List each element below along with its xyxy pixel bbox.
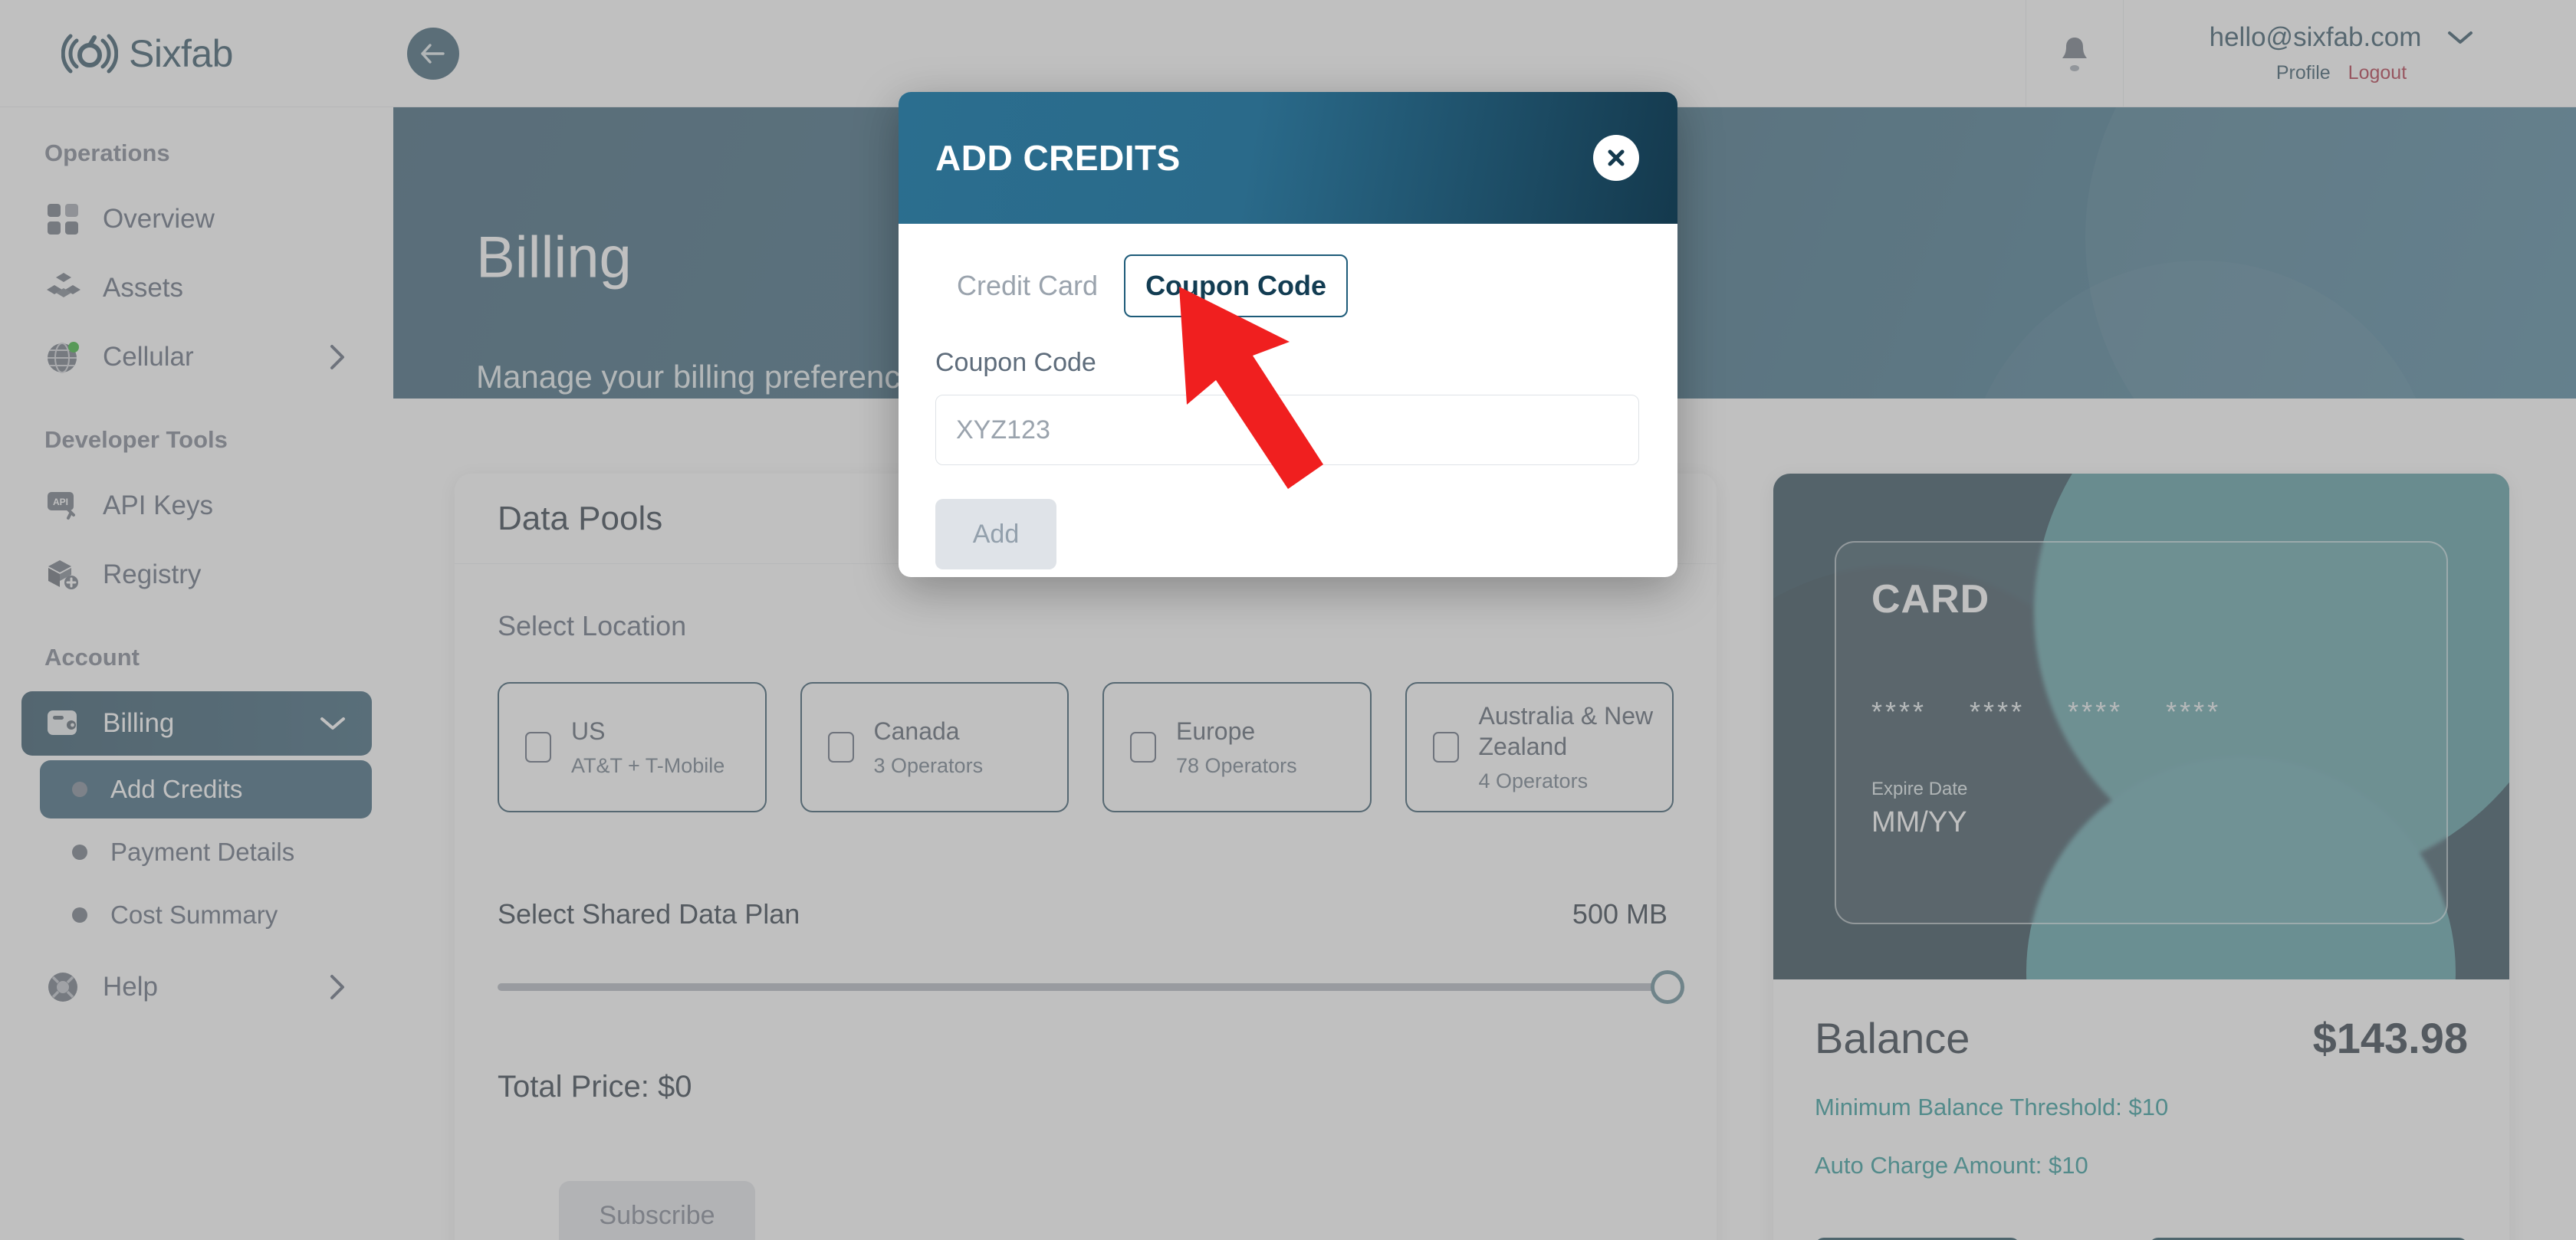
tab-coupon-code[interactable]: Coupon Code (1124, 254, 1349, 317)
add-credits-modal: ADD CREDITS Credit Card Coupon Code Coup… (899, 92, 1677, 577)
modal-body: Credit Card Coupon Code Coupon Code XYZ1… (899, 224, 1677, 569)
close-x-icon (1608, 149, 1625, 166)
coupon-code-input[interactable]: XYZ123 (935, 395, 1639, 465)
billing-page: Sixfab hello@sixfab.com (0, 0, 2576, 1240)
modal-tabs: Credit Card Coupon Code (935, 254, 1641, 317)
add-coupon-button[interactable]: Add (935, 499, 1056, 569)
modal-title: ADD CREDITS (935, 138, 1181, 178)
tab-credit-card[interactable]: Credit Card (935, 254, 1119, 317)
close-button[interactable] (1593, 135, 1639, 181)
coupon-code-label: Coupon Code (935, 348, 1096, 377)
modal-header: ADD CREDITS (899, 92, 1677, 224)
